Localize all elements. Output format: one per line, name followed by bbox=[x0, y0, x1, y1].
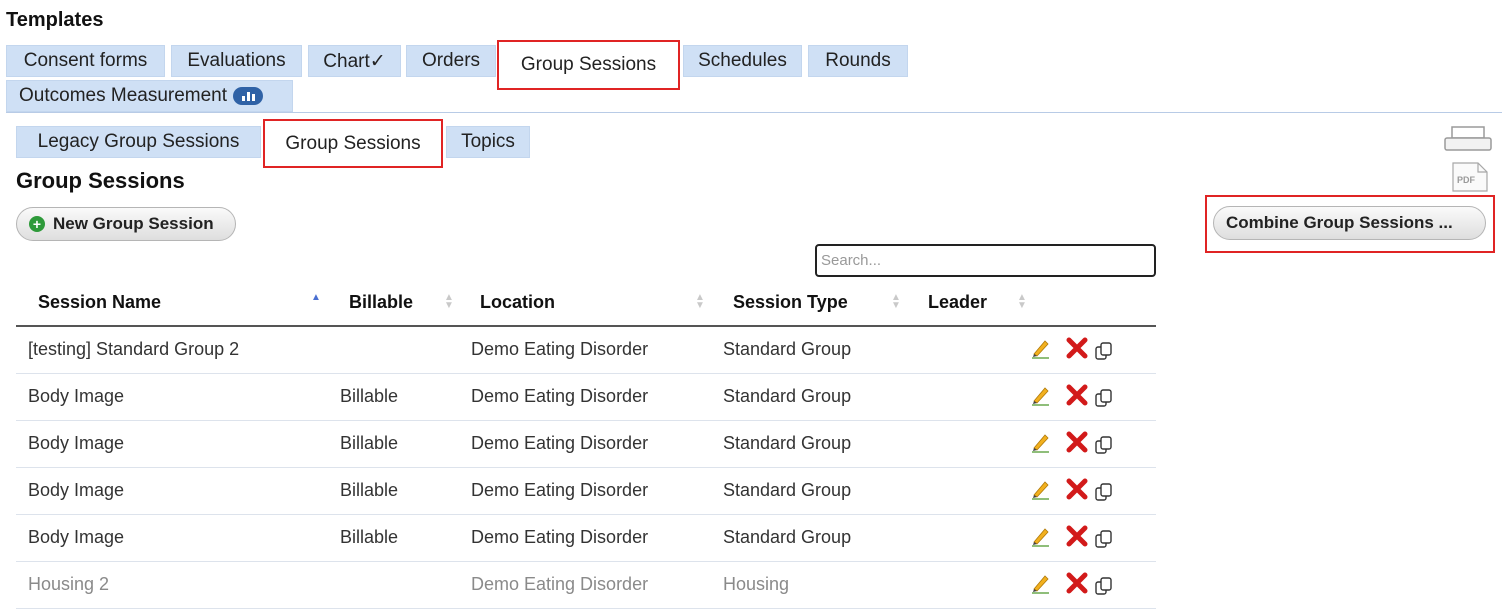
pdf-label: PDF bbox=[1457, 175, 1475, 185]
table-row: Body Image Billable Demo Eating Disorder… bbox=[16, 421, 1156, 468]
chart-badge-icon bbox=[233, 87, 264, 105]
location-cell: Demo Eating Disorder bbox=[471, 527, 649, 547]
tab-orders[interactable]: Orders bbox=[406, 45, 496, 77]
pencil-icon[interactable] bbox=[1030, 525, 1052, 547]
sort-icon[interactable]: ▲ ▼ bbox=[444, 293, 454, 311]
location-cell: Demo Eating Disorder bbox=[471, 574, 649, 594]
session-name-cell: [testing] Standard Group 2 bbox=[28, 339, 240, 359]
column-header-session-name[interactable]: Session Name bbox=[38, 292, 161, 313]
session-name-cell: Body Image bbox=[28, 433, 125, 453]
delete-x-icon[interactable] bbox=[1064, 335, 1090, 361]
pencil-icon[interactable] bbox=[1030, 337, 1052, 359]
page-title: Templates bbox=[6, 9, 104, 31]
subtab-topics[interactable]: Topics bbox=[446, 126, 530, 158]
tab-group-sessions[interactable]: Group Sessions bbox=[497, 40, 680, 90]
pdf-icon[interactable]: PDF bbox=[1452, 162, 1488, 192]
session-name-cell: Body Image bbox=[28, 480, 125, 500]
billable-cell: Billable bbox=[340, 433, 399, 453]
session-type-cell: Standard Group bbox=[723, 480, 852, 500]
billable-cell: Billable bbox=[340, 480, 399, 500]
location-cell: Demo Eating Disorder bbox=[471, 339, 649, 359]
copy-icon[interactable] bbox=[1094, 529, 1114, 549]
pencil-icon[interactable] bbox=[1030, 384, 1052, 406]
section-title: Group Sessions bbox=[16, 168, 185, 193]
search-input[interactable] bbox=[815, 244, 1156, 277]
delete-x-icon[interactable] bbox=[1064, 429, 1090, 455]
location-cell: Demo Eating Disorder bbox=[471, 480, 649, 500]
sort-icon[interactable]: ▲ ▼ bbox=[1017, 293, 1027, 311]
combine-group-sessions-button[interactable]: Combine Group Sessions ... bbox=[1213, 206, 1486, 240]
table-row: Body Image Billable Demo Eating Disorder… bbox=[16, 515, 1156, 562]
delete-x-icon[interactable] bbox=[1064, 570, 1090, 596]
table-row: Body Image Billable Demo Eating Disorder… bbox=[16, 468, 1156, 515]
subtab-legacy-group-sessions[interactable]: Legacy Group Sessions bbox=[16, 126, 261, 158]
pencil-icon[interactable] bbox=[1030, 572, 1052, 594]
column-header-billable[interactable]: Billable bbox=[349, 292, 413, 313]
copy-icon[interactable] bbox=[1094, 388, 1114, 408]
copy-icon[interactable] bbox=[1094, 576, 1114, 596]
sort-asc-icon[interactable]: ▲ bbox=[311, 293, 321, 303]
session-name-cell: Body Image bbox=[28, 386, 125, 406]
tab-bar-divider bbox=[6, 112, 1502, 113]
session-type-cell: Standard Group bbox=[723, 386, 852, 406]
table-row: Housing 2 Demo Eating Disorder Housing bbox=[16, 562, 1156, 609]
column-header-session-type[interactable]: Session Type bbox=[733, 292, 848, 313]
tab-chart[interactable]: Chart✓ bbox=[308, 45, 401, 77]
copy-icon[interactable] bbox=[1094, 482, 1114, 502]
sort-icon[interactable]: ▲ ▼ bbox=[891, 293, 901, 311]
session-type-cell: Standard Group bbox=[723, 527, 852, 547]
session-type-cell: Standard Group bbox=[723, 433, 852, 453]
delete-x-icon[interactable] bbox=[1064, 523, 1090, 549]
tab-outcomes-measurement-label: Outcomes Measurement bbox=[19, 85, 228, 106]
tab-consent-forms[interactable]: Consent forms bbox=[6, 45, 165, 77]
table-row: Body Image Billable Demo Eating Disorder… bbox=[16, 374, 1156, 421]
session-name-cell: Body Image bbox=[28, 527, 125, 547]
tab-schedules[interactable]: Schedules bbox=[683, 45, 802, 77]
new-group-session-button[interactable]: + New Group Session bbox=[16, 207, 236, 241]
plus-icon: + bbox=[29, 216, 45, 232]
subtab-group-sessions[interactable]: Group Sessions bbox=[263, 119, 443, 168]
tab-rounds[interactable]: Rounds bbox=[808, 45, 908, 77]
billable-cell: Billable bbox=[340, 386, 399, 406]
column-header-leader[interactable]: Leader bbox=[928, 292, 987, 313]
printer-icon[interactable] bbox=[1444, 126, 1492, 152]
session-name-cell: Housing 2 bbox=[28, 574, 110, 594]
session-type-cell: Standard Group bbox=[723, 339, 852, 359]
copy-icon[interactable] bbox=[1094, 435, 1114, 455]
pencil-icon[interactable] bbox=[1030, 478, 1052, 500]
new-group-session-label: New Group Session bbox=[53, 214, 214, 233]
column-header-location[interactable]: Location bbox=[480, 292, 555, 313]
table-row: [testing] Standard Group 2 Demo Eating D… bbox=[16, 327, 1156, 374]
location-cell: Demo Eating Disorder bbox=[471, 433, 649, 453]
sort-icon[interactable]: ▲ ▼ bbox=[695, 293, 705, 311]
delete-x-icon[interactable] bbox=[1064, 382, 1090, 408]
pencil-icon[interactable] bbox=[1030, 431, 1052, 453]
delete-x-icon[interactable] bbox=[1064, 476, 1090, 502]
session-type-cell: Housing bbox=[723, 574, 790, 594]
copy-icon[interactable] bbox=[1094, 341, 1114, 361]
tab-outcomes-measurement[interactable]: Outcomes Measurement bbox=[6, 80, 293, 112]
tab-evaluations[interactable]: Evaluations bbox=[171, 45, 302, 77]
billable-cell: Billable bbox=[340, 527, 399, 547]
location-cell: Demo Eating Disorder bbox=[471, 386, 649, 406]
